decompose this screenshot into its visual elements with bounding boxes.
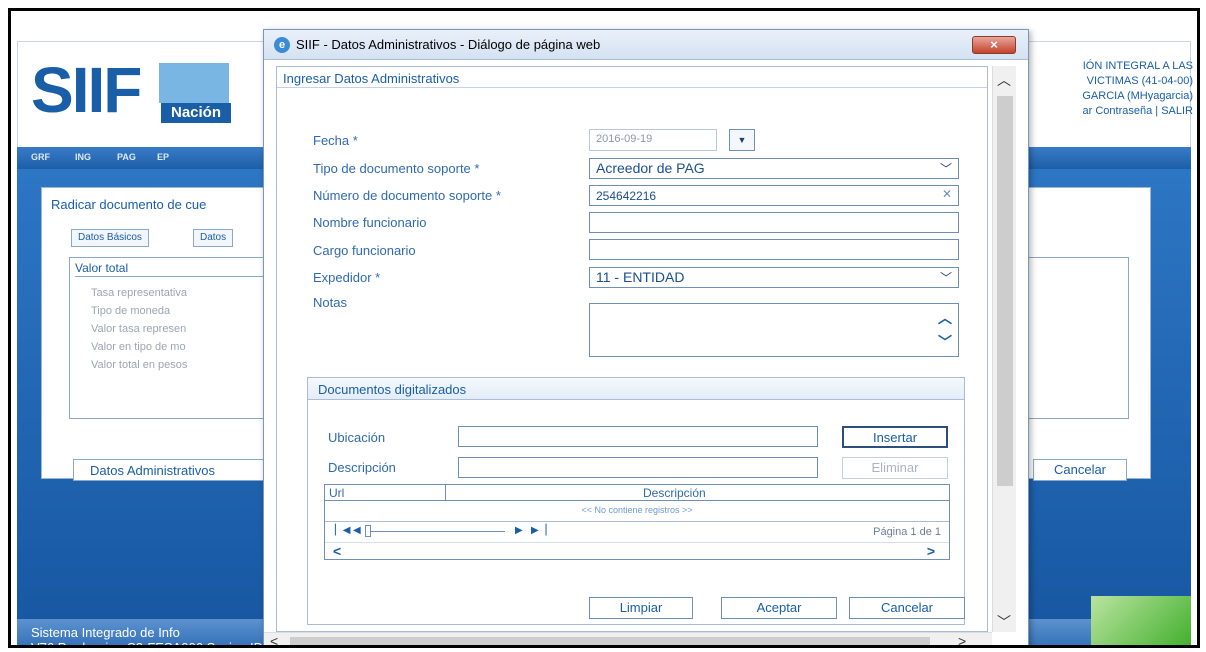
documentos-header: Documentos digitalizados [308,378,964,400]
menu-item-grf[interactable]: GRF [31,152,50,162]
limpiar-button[interactable]: Limpiar [589,597,693,619]
field-tasa: Tasa representativa [91,287,187,299]
section-divider [277,87,987,88]
eliminar-button[interactable]: Eliminar [842,457,948,479]
datos-administrativos-dialog: e SIIF - Datos Administrativos - Diálogo… [263,29,1029,645]
clear-icon[interactable]: ✕ [942,187,952,201]
scroll-left-icon[interactable]: < [270,633,278,645]
siif-logo: SIIF Nación [31,55,241,125]
field-valor-tipo: Valor en tipo de mo [91,341,186,353]
grid-pager: ▏◀ ◀ ▶ ▶▕ Página 1 de 1 [325,521,949,541]
notas-textarea[interactable]: ︿ ﹀ [589,303,959,357]
numero-doc-label: Número de documento soporte * [313,188,501,203]
screen: SIIF Nación IÓN INTEGRAL A LAS VICTIMAS … [8,8,1200,648]
dialog-title: SIIF - Datos Administrativos - Diálogo d… [296,37,601,52]
dialog-content: Ingresar Datos Administrativos Fecha * 2… [276,66,988,632]
dialog-vertical-scrollbar[interactable]: ︿ ﹀ [992,66,1016,632]
chevron-down-icon[interactable]: ﹀ [938,332,952,352]
field-valor-tasa: Valor tasa represen [91,323,187,335]
scroll-up-icon[interactable]: ︿ [997,70,1011,90]
user-info: IÓN INTEGRAL A LAS VICTIMAS (41-04-00) G… [1023,59,1193,119]
first-page-icon[interactable]: ▏◀ [335,525,350,536]
tab-datos-basicos[interactable]: Datos Básicos [71,229,149,247]
expedidor-select[interactable]: 11 - ENTIDAD ﹀ [589,267,959,288]
grid-empty-message: << No contiene registros >> [581,505,693,515]
menu-item-pag[interactable]: PAG [117,152,136,162]
expedidor-label: Expedidor * [313,270,381,285]
chevron-down-icon: ▼ [737,135,747,145]
numero-doc-value: 254642216 [596,189,657,203]
logo-text: SIIF [31,54,142,126]
valor-total-title: Valor total [75,261,275,277]
datos-administrativos-button[interactable]: Datos Administrativos [73,459,273,481]
nombre-label: Nombre funcionario [313,215,427,230]
logo-subtext: Nación [161,103,231,123]
scroll-thumb-horizontal[interactable] [290,637,930,645]
scroll-thumb[interactable] [997,96,1013,486]
grid-horizontal-scroll[interactable]: < > [325,542,949,559]
logo-graphic [159,63,229,103]
scroll-down-icon[interactable]: ﹀ [997,612,1011,632]
numero-doc-input[interactable]: 254642216 ✕ [589,185,959,206]
close-button[interactable]: × [972,36,1016,54]
fecha-input[interactable]: 2016-09-19 [589,129,717,151]
user-line: GARCIA (MHyagarcia) [1082,90,1193,102]
grid-header: Url Descripción [325,485,949,501]
insertar-button[interactable]: Insertar [842,426,948,448]
scroll-right-icon[interactable]: > [958,633,966,645]
ubicacion-input[interactable] [458,426,818,447]
page-slider-thumb[interactable] [365,525,371,537]
tab-datos[interactable]: Datos [193,229,234,247]
tipo-doc-label: Tipo de documento soporte * [313,161,480,176]
field-valor-pesos: Valor total en pesos [91,359,188,371]
chevron-right-icon[interactable]: > [927,543,935,559]
menu-item-ing[interactable]: ING [75,152,91,162]
tipo-doc-value: Acreedor de PAG [596,160,705,176]
expedidor-value: 11 - ENTIDAD [596,269,685,285]
chevron-up-icon[interactable]: ︿ [938,308,952,328]
entity-line2: VICTIMAS (41-04-00) [1086,75,1193,87]
column-separator [445,485,446,501]
cargo-input[interactable] [589,239,959,260]
footer-logo [1091,596,1191,645]
aceptar-button[interactable]: Aceptar [721,597,837,619]
last-page-icon[interactable]: ▶▕ [531,525,546,536]
documentos-digitalizados-group: Documentos digitalizados Ubicación Descr… [307,377,965,625]
ubicacion-label: Ubicación [328,430,386,445]
section-title: Ingresar Datos Administrativos [283,71,460,86]
documentos-grid: Url Descripción << No contiene registros… [324,484,950,560]
dialog-titlebar[interactable]: e SIIF - Datos Administrativos - Diálogo… [264,30,1028,60]
column-url[interactable]: Url [329,486,344,500]
page-slider-track[interactable] [365,531,505,532]
cargo-label: Cargo funcionario [313,243,416,258]
chevron-down-icon: ﹀ [939,162,952,176]
field-moneda: Tipo de moneda [91,305,171,317]
background-cancel-button[interactable]: Cancelar [1033,459,1127,481]
entity-line1: IÓN INTEGRAL A LAS [1082,60,1193,72]
next-page-icon[interactable]: ▶ [515,525,523,536]
descripcion-label: Descripción [328,460,396,475]
dialog-horizontal-scrollbar[interactable]: < > [264,632,992,645]
panel-title: Radicar documento de cue [51,197,207,212]
nombre-input[interactable] [589,212,959,233]
page-indicator: Página 1 de 1 [873,526,941,538]
account-links[interactable]: ar Contraseña | SALIR [1023,104,1193,119]
fecha-label: Fecha * [313,133,358,148]
ie-icon: e [274,37,290,53]
cancelar-button[interactable]: Cancelar [849,597,965,619]
chevron-down-icon: ﹀ [939,271,952,285]
prev-page-icon[interactable]: ◀ [353,525,361,536]
descripcion-input[interactable] [458,457,818,478]
notas-label: Notas [313,295,347,310]
menu-item-ep[interactable]: EP [157,152,169,162]
calendar-dropdown-button[interactable]: ▼ [729,129,755,151]
chevron-left-icon[interactable]: < [333,543,341,559]
tipo-doc-select[interactable]: Acreedor de PAG ﹀ [589,158,959,179]
column-descripcion[interactable]: Descripción [643,486,706,500]
